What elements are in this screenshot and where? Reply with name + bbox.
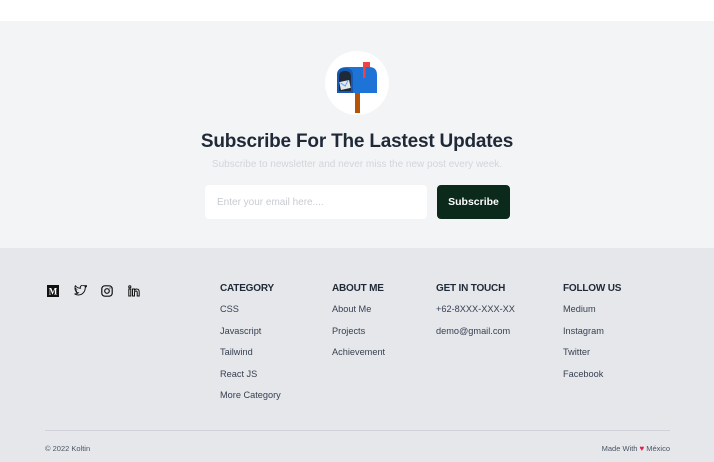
footer-divider bbox=[45, 430, 670, 431]
category-heading: CATEGORY bbox=[220, 283, 274, 294]
made-with-text: Made With ♥ México bbox=[602, 444, 670, 453]
medium-icon[interactable]: M bbox=[46, 284, 60, 298]
made-with-suffix: México bbox=[646, 444, 670, 453]
category-link-tailwind[interactable]: Tailwind bbox=[220, 344, 281, 366]
contact-heading: GET IN TOUCH bbox=[436, 283, 506, 294]
subscribe-button[interactable]: Subscribe bbox=[437, 185, 510, 219]
footer: M CATEGORY CSS Javascript Tailwind React… bbox=[0, 248, 714, 462]
contact-email[interactable]: demo@gmail.com bbox=[436, 323, 515, 345]
social-links: M bbox=[46, 284, 141, 298]
instagram-icon[interactable] bbox=[100, 284, 114, 298]
subscribe-title: Subscribe For The Lastest Updates bbox=[200, 131, 514, 152]
subscribe-section: Subscribe For The Lastest Updates Subscr… bbox=[0, 21, 714, 248]
heart-icon: ♥ bbox=[639, 444, 645, 453]
follow-link-twitter[interactable]: Twitter bbox=[563, 344, 621, 366]
follow-heading: FOLLOW US bbox=[563, 283, 622, 294]
contact-column: GET IN TOUCH +62-8XXX-XXX-XX demo@gmail.… bbox=[436, 283, 515, 344]
contact-phone[interactable]: +62-8XXX-XXX-XX bbox=[436, 301, 515, 323]
top-bar bbox=[0, 0, 714, 21]
email-input[interactable] bbox=[205, 185, 427, 219]
category-link-more[interactable]: More Category bbox=[220, 387, 281, 409]
made-with-prefix: Made With bbox=[601, 444, 638, 453]
mailbox-icon bbox=[325, 51, 389, 115]
subscribe-description: Subscribe to newsletter and never miss t… bbox=[211, 159, 503, 170]
category-link-css[interactable]: CSS bbox=[220, 301, 281, 323]
follow-link-facebook[interactable]: Facebook bbox=[563, 366, 621, 388]
about-column: ABOUT ME About Me Projects Achievement bbox=[332, 283, 385, 366]
category-link-javascript[interactable]: Javascript bbox=[220, 323, 281, 345]
about-link-achievement[interactable]: Achievement bbox=[332, 344, 385, 366]
follow-link-medium[interactable]: Medium bbox=[563, 301, 621, 323]
copyright-text: © 2022 Koltin bbox=[45, 444, 91, 453]
about-link-projects[interactable]: Projects bbox=[332, 323, 385, 345]
svg-text:M: M bbox=[49, 287, 58, 297]
follow-column: FOLLOW US Medium Instagram Twitter Faceb… bbox=[563, 283, 621, 387]
category-column: CATEGORY CSS Javascript Tailwind React J… bbox=[220, 283, 281, 409]
category-link-reactjs[interactable]: React JS bbox=[220, 366, 281, 388]
linkedin-icon[interactable] bbox=[127, 284, 141, 298]
about-heading: ABOUT ME bbox=[332, 283, 384, 294]
about-link-about-me[interactable]: About Me bbox=[332, 301, 385, 323]
follow-link-instagram[interactable]: Instagram bbox=[563, 323, 621, 345]
twitter-icon[interactable] bbox=[73, 284, 87, 298]
